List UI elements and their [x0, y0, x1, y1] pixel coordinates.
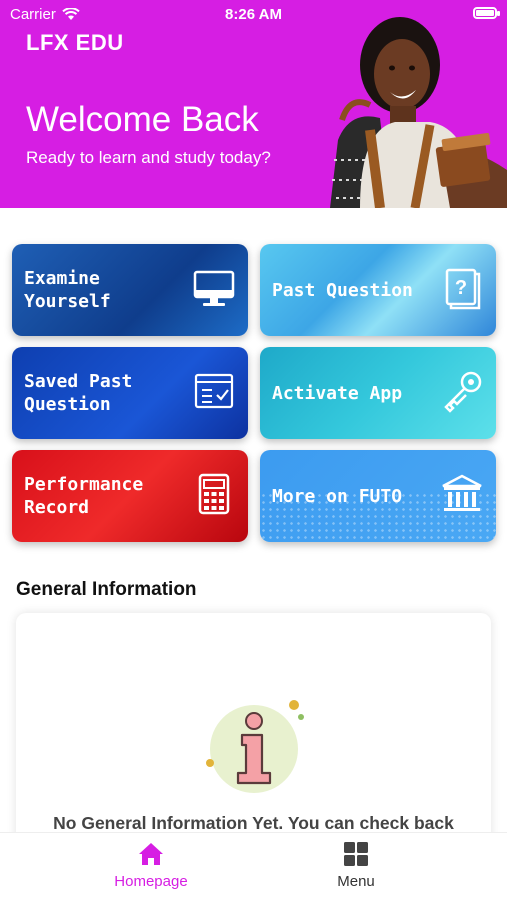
- student-photo: [330, 17, 507, 208]
- question-book-icon: ?: [445, 268, 481, 310]
- tile-past-question[interactable]: Past Question ?: [260, 244, 496, 336]
- tile-saved-past-question[interactable]: Saved Past Question: [12, 347, 248, 439]
- tab-menu-label: Menu: [337, 873, 375, 890]
- key-icon: [444, 371, 482, 413]
- welcome-subtitle: Ready to learn and study today?: [26, 148, 271, 167]
- tile-label: Past Question: [272, 279, 413, 301]
- welcome-heading: Welcome Back: [26, 100, 259, 139]
- calculator-icon: [198, 473, 230, 515]
- bottom-tab-bar: Homepage Menu: [0, 832, 507, 901]
- tile-label: Saved Past Question: [24, 371, 133, 415]
- general-info-card: No General Information Yet. You can chec…: [16, 613, 491, 853]
- tile-label: Examine Yourself: [24, 268, 111, 312]
- home-icon: [139, 843, 163, 865]
- tile-label: Activate App: [272, 382, 403, 404]
- tile-activate-app[interactable]: Activate App: [260, 347, 496, 439]
- tab-homepage[interactable]: Homepage: [91, 841, 211, 890]
- tile-more-on-futo[interactable]: More on FUTO: [260, 450, 496, 542]
- header-banner: Carrier 8:26 AM LFX EDU Welcome Back Rea…: [0, 0, 507, 208]
- tile-examine-yourself[interactable]: Examine Yourself: [12, 244, 248, 336]
- monitor-icon: [193, 270, 235, 306]
- tab-homepage-label: Homepage: [114, 873, 188, 890]
- svg-text:?: ?: [455, 277, 467, 299]
- institution-icon: [442, 474, 482, 511]
- tab-menu[interactable]: Menu: [296, 841, 416, 890]
- tile-label: More on FUTO: [272, 485, 403, 507]
- tile-performance-record[interactable]: Performance Record: [12, 450, 248, 542]
- tile-label: Performance Record: [24, 474, 144, 518]
- general-info-heading: General Information: [16, 579, 197, 600]
- saved-list-icon: [194, 373, 234, 409]
- grid-icon: [344, 842, 368, 866]
- info-icon: [206, 700, 304, 793]
- general-info-empty-text: No General Information Yet. You can chec…: [53, 813, 454, 833]
- app-title: LFX EDU: [26, 30, 124, 55]
